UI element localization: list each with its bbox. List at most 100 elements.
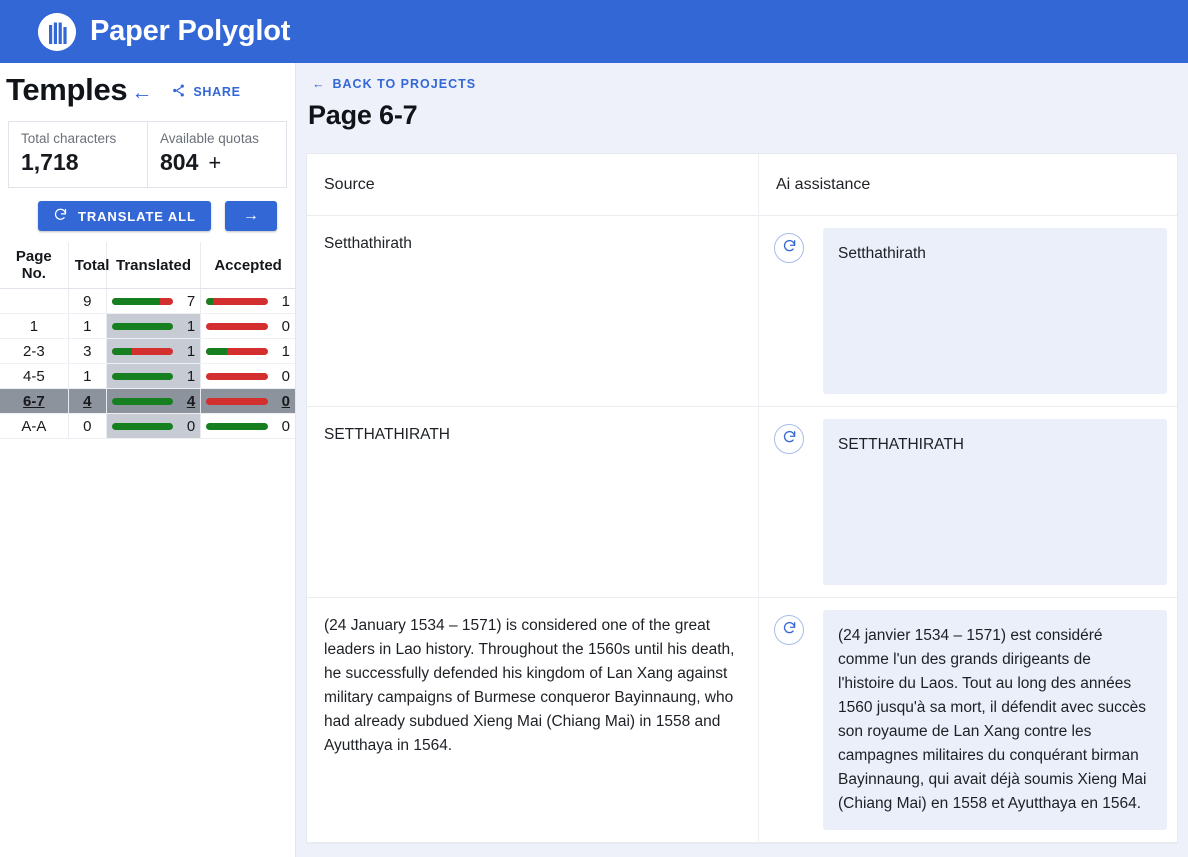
arrow-left-icon[interactable]: ←	[131, 82, 152, 103]
refresh-icon	[782, 429, 797, 449]
cell-page-no: 2-3	[0, 339, 68, 364]
translation-panel-header: Source Ai assistance	[307, 154, 1177, 216]
progress-count: 0	[274, 418, 290, 435]
cell-total: 9	[68, 289, 106, 314]
table-row[interactable]: 1110	[0, 314, 295, 339]
progress-count: 1	[179, 368, 195, 385]
progress-bar	[112, 348, 173, 355]
sidebar: Temples ← SHARE Total characters	[0, 63, 296, 857]
cell-page-no: A-A	[0, 414, 68, 439]
cell-translated: 1	[106, 314, 200, 339]
progress-bar	[206, 323, 268, 330]
table-row[interactable]: 6-7440	[0, 389, 295, 414]
ai-assistance-textarea[interactable]: SETTHATHIRATH	[823, 419, 1167, 585]
main-content: ← BACK TO PROJECTS Page 6-7 Source Ai as…	[296, 63, 1188, 857]
cell-translated: 4	[106, 389, 200, 414]
segment-source-text[interactable]: Setthathirath	[307, 216, 759, 406]
share-button[interactable]: SHARE	[171, 83, 240, 101]
retranslate-button[interactable]	[774, 615, 804, 645]
arrow-left-icon: ←	[312, 77, 326, 91]
segment-actions	[759, 598, 819, 842]
translate-all-label: TRANSLATE ALL	[78, 209, 196, 224]
pages-table-body: 97111102-33114-51106-7440A-A000	[0, 289, 295, 439]
progress-count: 1	[274, 293, 290, 310]
book-circle-icon	[38, 13, 76, 51]
next-page-button[interactable]: →	[225, 201, 277, 231]
progress-count: 0	[274, 318, 290, 335]
back-to-projects-link[interactable]: ← BACK TO PROJECTS	[312, 77, 1188, 91]
progress-bar	[112, 398, 173, 405]
stats-panel: Total characters 1,718 Available quotas …	[8, 121, 287, 188]
segment-source-text[interactable]: (24 January 1534 – 1571) is considered o…	[307, 598, 759, 842]
stat-available-quotas: Available quotas 804 +	[147, 122, 286, 187]
brand[interactable]: Paper Polyglot	[38, 13, 290, 51]
cell-accepted: 1	[201, 289, 295, 314]
project-header: Temples ← SHARE	[0, 63, 295, 111]
retranslate-button[interactable]	[774, 424, 804, 454]
retranslate-button[interactable]	[774, 233, 804, 263]
progress-count: 1	[179, 343, 195, 360]
cell-accepted: 0	[201, 314, 295, 339]
progress-bar	[112, 298, 173, 305]
cell-accepted: 0	[201, 414, 295, 439]
segment-list: SetthathirathSetthathirathSETTHATHIRATHS…	[307, 216, 1177, 843]
stat-value: 804 +	[160, 149, 274, 176]
progress-bar	[206, 348, 268, 355]
segment-ai-cell: Setthathirath	[819, 216, 1177, 406]
table-row[interactable]: 9 7 1	[0, 289, 295, 314]
ai-assistance-textarea[interactable]: Setthathirath	[823, 228, 1167, 394]
app-header: Paper Polyglot	[0, 0, 1188, 63]
cell-translated: 1	[106, 364, 200, 389]
segment-actions	[759, 216, 819, 406]
cell-accepted: 0	[201, 364, 295, 389]
cell-total: 3	[68, 339, 106, 364]
arrow-right-icon: →	[243, 207, 259, 225]
cell-page-no	[0, 289, 68, 314]
cell-translated: 7	[106, 289, 200, 314]
cell-total: 1	[68, 314, 106, 339]
progress-count: 1	[274, 343, 290, 360]
stat-total-characters: Total characters 1,718	[9, 122, 147, 187]
table-header-row: Page No. Total Translated Accepted	[0, 242, 295, 289]
progress-bar	[206, 373, 268, 380]
cell-total: 0	[68, 414, 106, 439]
cell-page-no: 1	[0, 314, 68, 339]
cell-total: 4	[68, 389, 106, 414]
cell-page-no: 6-7	[0, 389, 68, 414]
progress-bar	[206, 423, 268, 430]
column-header-accepted: Accepted	[201, 242, 295, 289]
column-header-ai-assistance: Ai assistance	[759, 154, 1177, 215]
refresh-icon	[782, 238, 797, 258]
sidebar-actions: TRANSLATE ALL →	[38, 201, 295, 231]
translate-all-button[interactable]: TRANSLATE ALL	[38, 201, 211, 231]
stat-label: Total characters	[21, 131, 135, 146]
progress-count: 4	[179, 393, 195, 410]
stat-label: Available quotas	[160, 131, 274, 146]
table-row[interactable]: 2-33 1 1	[0, 339, 295, 364]
ai-assistance-textarea[interactable]: (24 janvier 1534 – 1571) est considéré c…	[823, 610, 1167, 830]
share-label: SHARE	[193, 85, 240, 99]
progress-bar	[112, 423, 173, 430]
breadcrumb-label: BACK TO PROJECTS	[333, 77, 477, 91]
available-quotas-value: 804	[160, 149, 198, 176]
table-row[interactable]: A-A000	[0, 414, 295, 439]
cell-accepted: 1	[201, 339, 295, 364]
segment-source-text[interactable]: SETTHATHIRATH	[307, 407, 759, 597]
progress-bar	[206, 398, 268, 405]
app-title: Paper Polyglot	[90, 15, 290, 48]
segment-row: (24 January 1534 – 1571) is considered o…	[307, 598, 1177, 843]
cell-total: 1	[68, 364, 106, 389]
column-header-source: Source	[307, 154, 759, 215]
column-header-total: Total	[68, 242, 106, 289]
page-heading: Page 6-7	[308, 100, 1188, 131]
share-nodes-icon	[171, 83, 186, 101]
table-row[interactable]: 4-5110	[0, 364, 295, 389]
segment-row: SETTHATHIRATH SETTHATHIRATH	[307, 407, 1177, 598]
refresh-icon	[53, 207, 68, 225]
pages-table: Page No. Total Translated Accepted 97111…	[0, 242, 295, 439]
segment-row: Setthathirath Setthathirath	[307, 216, 1177, 407]
progress-count: 0	[179, 418, 195, 435]
plus-icon[interactable]: +	[208, 150, 221, 176]
progress-count: 0	[274, 393, 290, 410]
progress-count: 7	[179, 293, 195, 310]
